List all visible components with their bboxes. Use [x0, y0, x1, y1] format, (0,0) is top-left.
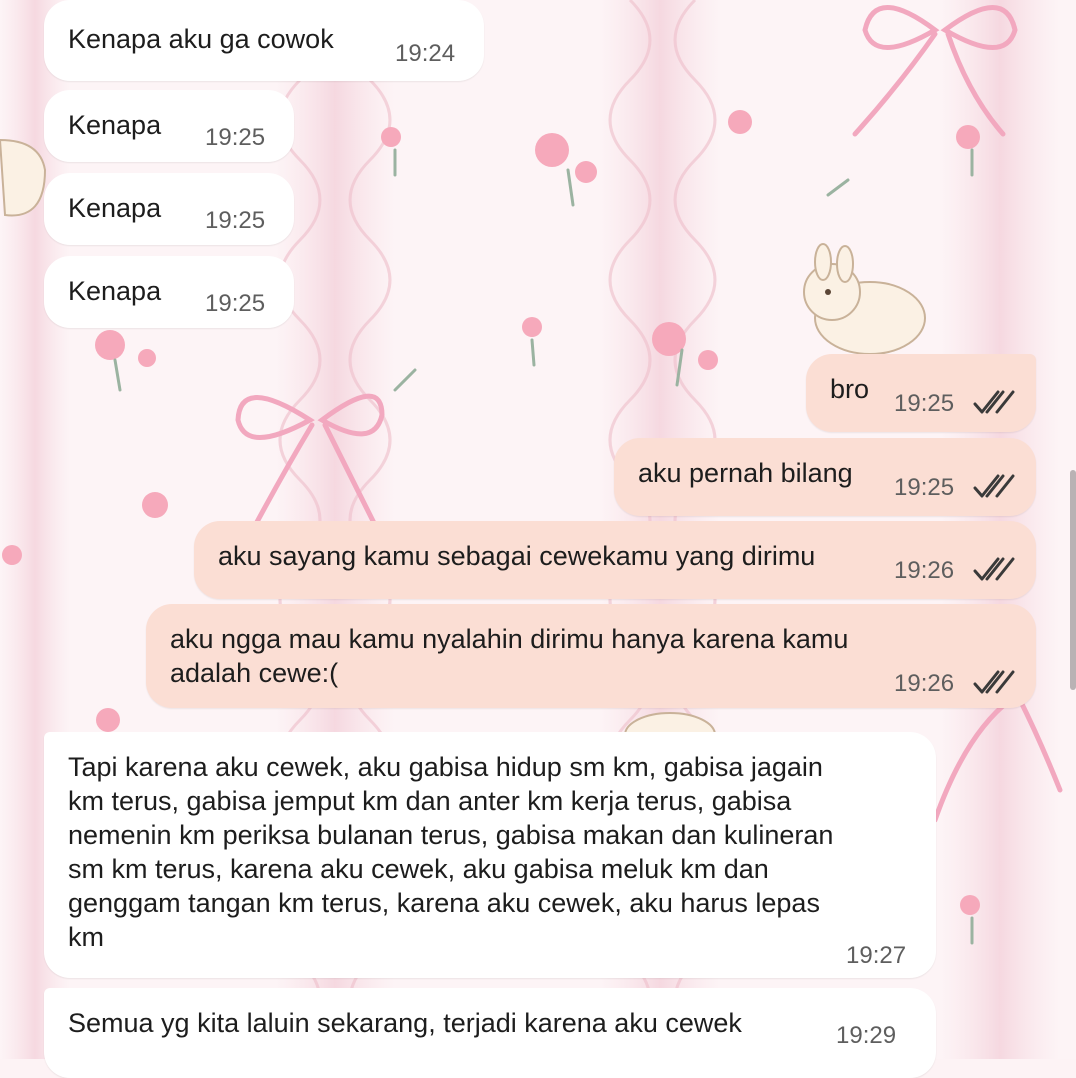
read-double-check-icon	[973, 474, 1015, 498]
read-double-check-icon	[973, 390, 1015, 414]
message-bubble-incoming[interactable]: Kenapa aku ga cowok 19:24	[44, 0, 484, 81]
message-bubble-incoming[interactable]: Semua yg kita laluin sekarang, terjadi k…	[44, 988, 936, 1078]
message-timestamp: 19:25	[205, 290, 266, 317]
message-timestamp: 19:25	[205, 124, 266, 151]
message-bubble-incoming[interactable]: Tapi karena aku cewek, aku gabisa hidup …	[44, 732, 936, 978]
message-bubble-outgoing[interactable]: aku pernah bilang 19:25	[614, 438, 1036, 516]
message-text: bro	[830, 374, 870, 404]
message-text: Kenapa	[68, 193, 162, 223]
message-bubble-incoming[interactable]: Kenapa 19:25	[44, 256, 294, 328]
chat-scrollbar[interactable]	[1070, 470, 1076, 690]
message-bubble-outgoing[interactable]: aku sayang kamu sebagai cewekamu yang di…	[194, 521, 1036, 599]
message-bubble-outgoing[interactable]: aku ngga mau kamu nyalahin dirimu hanya …	[146, 604, 1036, 708]
message-timestamp: 19:26	[894, 557, 955, 584]
read-double-check-icon	[973, 557, 1015, 581]
message-timestamp: 19:25	[894, 390, 955, 417]
message-bubble-outgoing[interactable]: bro 19:25	[806, 354, 1036, 432]
message-text: Semua yg kita laluin sekarang, terjadi k…	[68, 1008, 742, 1038]
message-timestamp: 19:25	[894, 474, 955, 501]
message-text: Kenapa aku ga cowok	[68, 24, 334, 54]
read-double-check-icon	[973, 670, 1015, 694]
message-text: aku pernah bilang	[638, 458, 853, 488]
message-timestamp: 19:25	[205, 207, 266, 234]
message-text: Kenapa	[68, 110, 162, 140]
message-text: aku ngga mau kamu nyalahin dirimu hanya …	[170, 624, 849, 688]
message-text: Tapi karena aku cewek, aku gabisa hidup …	[68, 752, 834, 952]
message-timestamp: 19:26	[894, 670, 955, 697]
message-text: Kenapa	[68, 276, 162, 306]
message-text: aku sayang kamu sebagai cewekamu yang di…	[218, 541, 816, 571]
message-timestamp: 19:27	[846, 942, 907, 969]
message-bubble-incoming[interactable]: Kenapa 19:25	[44, 173, 294, 245]
message-bubble-incoming[interactable]: Kenapa 19:25	[44, 90, 294, 162]
message-timestamp: 19:29	[836, 1022, 897, 1049]
message-timestamp: 19:24	[395, 40, 456, 67]
